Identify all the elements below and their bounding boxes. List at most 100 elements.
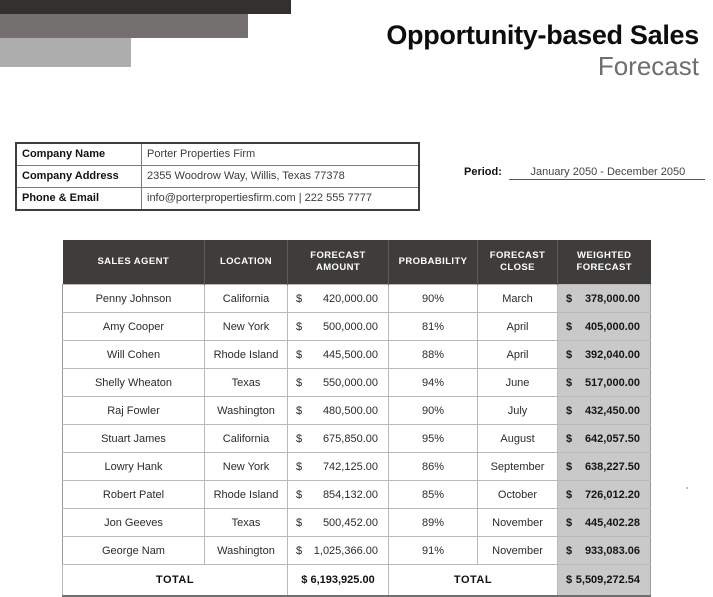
cell-location: California <box>204 424 288 453</box>
currency-symbol: $ <box>566 544 573 557</box>
cell-forecast-amount: $480,500.00 <box>287 396 389 425</box>
currency-symbol: $ <box>566 574 573 586</box>
currency-symbol: $ <box>296 432 303 445</box>
column-header-weighted-forecast: WEIGHTED FORECAST <box>557 240 651 285</box>
currency-symbol: $ <box>296 404 303 417</box>
cell-forecast-close: November <box>477 536 558 565</box>
cell-probability: 91% <box>388 536 478 565</box>
page-title-sub: Forecast <box>597 51 699 81</box>
cell-weighted-forecast-amount: 642,057.50 <box>584 432 640 445</box>
cell-weighted-forecast-amount: 517,000.00 <box>584 376 640 389</box>
cell-forecast-amount: $854,132.00 <box>287 480 389 509</box>
cell-sales-agent: Shelly Wheaton <box>62 368 205 397</box>
cell-forecast-close: October <box>477 480 558 509</box>
cell-probability: 86% <box>388 452 478 481</box>
column-header-probability: PROBABILITY <box>388 240 478 285</box>
cell-forecast-close: August <box>477 424 558 453</box>
phone-email-value[interactable]: info@porterpropertiesfirm.com | 222 555 … <box>141 187 420 211</box>
table-row: Will Cohen Rhode Island $445,500.00 88% Apri… <box>62 340 651 369</box>
cell-forecast-amount: $550,000.00 <box>287 368 389 397</box>
total-label-right: TOTAL <box>388 564 558 597</box>
table-row: Jon Geeves Texas $500,452.00 89% November $44… <box>62 508 651 537</box>
company-info-body: Company Name Porter Properties Firm Comp… <box>15 142 420 211</box>
cell-probability: 94% <box>388 368 478 397</box>
cell-forecast-close: April <box>477 340 558 369</box>
cell-weighted-forecast-amount: 726,012.20 <box>584 488 640 501</box>
cell-weighted-forecast-amount: 392,040.00 <box>584 348 640 361</box>
table-row: Company Name Porter Properties Firm <box>15 142 420 166</box>
cell-location: Rhode Island <box>204 480 288 509</box>
cell-probability: 85% <box>388 480 478 509</box>
currency-symbol: $ <box>566 460 573 473</box>
currency-symbol: $ <box>566 376 573 389</box>
company-info-table: Company Name Porter Properties Firm Comp… <box>15 142 420 211</box>
cell-forecast-amount-amount: 480,500.00 <box>322 404 378 417</box>
cell-probability: 89% <box>388 508 478 537</box>
table-row: George Nam Washington $1,025,366.00 91% Nove… <box>62 536 651 565</box>
sales-forecast-table: SALES AGENT LOCATION FORECAST AMOUNT PRO… <box>62 240 651 597</box>
decorative-bar-dark <box>0 0 291 14</box>
cell-forecast-amount-amount: 500,452.00 <box>322 516 378 529</box>
table-row: Phone & Email info@porterpropertiesfirm.… <box>15 187 420 211</box>
cell-sales-agent: Jon Geeves <box>62 508 205 537</box>
cell-forecast-close: September <box>477 452 558 481</box>
currency-symbol: $ <box>296 376 303 389</box>
company-name-value[interactable]: Porter Properties Firm <box>141 142 420 166</box>
cell-forecast-amount: $675,850.00 <box>287 424 389 453</box>
cell-forecast-amount: $500,452.00 <box>287 508 389 537</box>
sales-table-header: SALES AGENT LOCATION FORECAST AMOUNT PRO… <box>62 240 651 285</box>
company-address-value[interactable]: 2355 Woodrow Way, Willis, Texas 77378 <box>141 165 420 188</box>
sales-table-body: Penny Johnson California $420,000.00 90% Mar… <box>62 284 651 565</box>
cell-sales-agent: Penny Johnson <box>62 284 205 313</box>
cell-forecast-amount: $742,125.00 <box>287 452 389 481</box>
cell-forecast-amount-amount: 500,000.00 <box>322 320 378 333</box>
cell-weighted-forecast: $392,040.00 <box>557 340 651 369</box>
column-header-location: LOCATION <box>204 240 288 285</box>
cell-forecast-close: June <box>477 368 558 397</box>
cell-forecast-amount-amount: 550,000.00 <box>322 376 378 389</box>
column-header-sales-agent: SALES AGENT <box>62 240 205 285</box>
currency-symbol: $ <box>566 348 573 361</box>
cell-forecast-amount-amount: 1,025,366.00 <box>313 544 378 557</box>
table-row: Penny Johnson California $420,000.00 90% Mar… <box>62 284 651 313</box>
cell-location: New York <box>204 312 288 341</box>
sales-table-footer: TOTAL $ 6,193,925.00 TOTAL $ 5,509,272.5… <box>62 564 651 597</box>
phone-email-label: Phone & Email <box>15 187 142 211</box>
cell-weighted-forecast-amount: 445,402.28 <box>584 516 640 529</box>
cell-forecast-amount: $445,500.00 <box>287 340 389 369</box>
currency-symbol: $ <box>566 404 573 417</box>
cell-weighted-forecast: $432,450.00 <box>557 396 651 425</box>
cell-sales-agent: Raj Fowler <box>62 396 205 425</box>
cell-location: New York <box>204 452 288 481</box>
cell-probability: 90% <box>388 396 478 425</box>
decorative-bar-light <box>0 38 131 67</box>
currency-symbol: $ <box>566 292 573 305</box>
cell-location: Washington <box>204 396 288 425</box>
cell-forecast-close: November <box>477 508 558 537</box>
cell-sales-agent: Lowry Hank <box>62 452 205 481</box>
cell-weighted-forecast: $933,083.06 <box>557 536 651 565</box>
total-weighted-forecast: $ 5,509,272.54 <box>557 564 651 597</box>
cell-forecast-amount-amount: 854,132.00 <box>322 488 378 501</box>
currency-symbol: $ <box>566 432 573 445</box>
page-speck <box>686 487 688 489</box>
cell-forecast-amount: $500,000.00 <box>287 312 389 341</box>
cell-location: California <box>204 284 288 313</box>
currency-symbol: $ <box>296 320 303 333</box>
cell-weighted-forecast-amount: 405,000.00 <box>584 320 640 333</box>
cell-sales-agent: George Nam <box>62 536 205 565</box>
table-row: Shelly Wheaton Texas $550,000.00 94% June $51… <box>62 368 651 397</box>
table-row: Amy Cooper New York $500,000.00 81% April $40… <box>62 312 651 341</box>
decorative-bar-medium <box>0 14 248 38</box>
cell-forecast-close: April <box>477 312 558 341</box>
period-value[interactable]: January 2050 - December 2050 <box>508 166 705 180</box>
table-row: Lowry Hank New York $742,125.00 86% Septembe… <box>62 452 651 481</box>
currency-symbol: $ <box>296 544 303 557</box>
page-title: Opportunity-based Sales Forecast <box>386 22 699 81</box>
cell-forecast-amount: $420,000.00 <box>287 284 389 313</box>
total-forecast-amount: $ 6,193,925.00 <box>287 564 389 597</box>
cell-weighted-forecast: $642,057.50 <box>557 424 651 453</box>
cell-forecast-amount-amount: 675,850.00 <box>322 432 378 445</box>
currency-symbol: $ <box>296 460 303 473</box>
period-label: Period: <box>464 166 502 178</box>
